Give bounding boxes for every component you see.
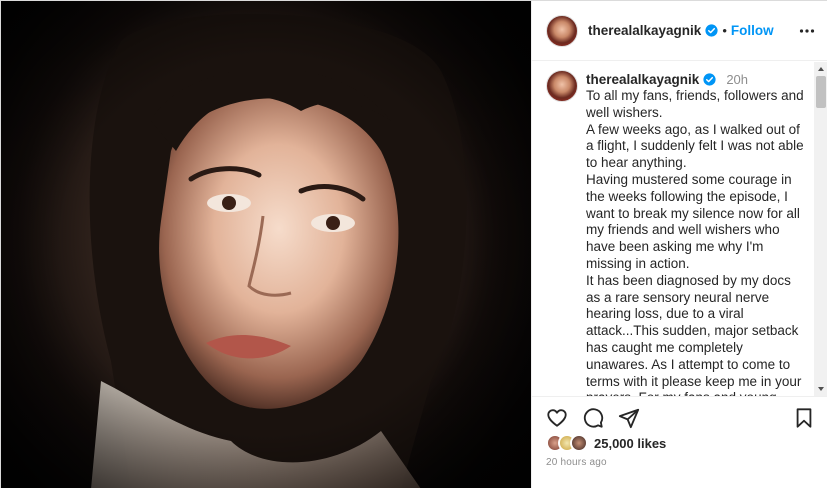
share-icon[interactable] [618, 407, 640, 429]
comments-scrollbar[interactable] [814, 62, 827, 396]
caption-header: therealalkayagnik 20h [586, 70, 808, 88]
caption-username[interactable]: therealalkayagnik [586, 72, 699, 87]
verified-badge-icon [705, 24, 718, 37]
bookmark-icon[interactable] [793, 407, 815, 429]
portrait-illustration [1, 1, 531, 488]
caption-paragraph: It has been diagnosed by my docs as a ra… [586, 272, 802, 396]
scroll-down-arrow-icon[interactable] [814, 382, 827, 396]
likes-row: 25,000 likes [546, 433, 666, 453]
author-avatar[interactable] [546, 14, 578, 47]
caption: therealalkayagnik 20h To all my fans, fr… [546, 70, 808, 396]
author-username[interactable]: therealalkayagnik [588, 23, 701, 38]
caption-paragraph: To all my fans, friends, followers and w… [586, 88, 804, 120]
more-horizontal-icon[interactable] [799, 21, 815, 41]
comments-area[interactable]: therealalkayagnik 20h To all my fans, fr… [532, 62, 827, 396]
instagram-post: therealalkayagnik • Follow therealalkaya… [0, 0, 827, 488]
follow-button[interactable]: Follow [731, 23, 774, 38]
post-actions [532, 396, 827, 436]
scroll-up-arrow-icon[interactable] [814, 62, 827, 76]
caption-body: therealalkayagnik 20h To all my fans, fr… [586, 70, 808, 397]
post-header: therealalkayagnik • Follow [532, 1, 827, 61]
caption-paragraph: A few weeks ago, as I walked out of a fl… [586, 121, 804, 171]
likes-count[interactable]: 25,000 likes [594, 436, 666, 451]
post-photo[interactable] [1, 1, 531, 488]
caption-text: To all my fans, friends, followers and w… [586, 88, 808, 396]
scrollbar-thumb[interactable] [816, 76, 826, 108]
header-separator: • [722, 23, 727, 38]
caption-paragraph: Having mustered some courage in the week… [586, 171, 800, 271]
verified-badge-icon [703, 72, 716, 86]
posted-time[interactable]: 20 hours ago [546, 457, 607, 468]
comment-icon[interactable] [582, 407, 604, 429]
caption-time[interactable]: 20h [726, 72, 748, 87]
post-side-panel: therealalkayagnik • Follow therealalkaya… [531, 1, 827, 488]
caption-author-avatar[interactable] [546, 70, 578, 102]
heart-icon[interactable] [546, 407, 568, 429]
liker-avatar[interactable] [570, 434, 588, 452]
